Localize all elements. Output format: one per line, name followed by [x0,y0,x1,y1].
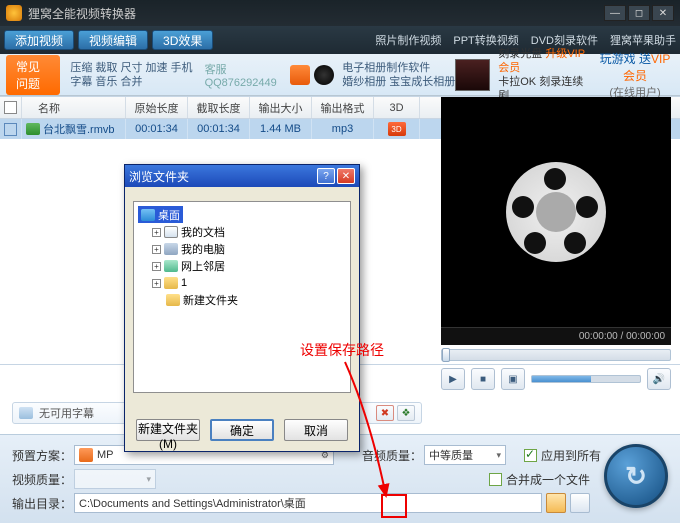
film-reel-icon [314,65,334,85]
dialog-help-button[interactable]: ? [317,168,335,184]
promo-bar: 常见问题 压缩 裁取 尺寸 加速 手机 字幕 音乐 合并 客服QQ8762924… [0,54,680,96]
movie-thumb-icon [455,59,490,91]
expand-icon[interactable]: + [152,228,161,237]
col-cut-length[interactable]: 截取长度 [188,97,250,118]
powerpoint-icon [290,65,310,85]
video-edit-button[interactable]: 视频编辑 [78,30,148,50]
tree-desktop[interactable]: 桌面 [138,206,183,223]
tree-new-folder[interactable]: 新建文件夹 [152,292,346,309]
playback-controls: ▶ ■ ▣ 🔊 [441,367,671,391]
3d-badge-icon[interactable]: 3D [388,122,406,136]
merge-checkbox[interactable] [489,473,502,486]
add-video-button[interactable]: 添加视频 [4,30,74,50]
folder-icon [166,294,180,306]
out-size: 1.44 MB [250,119,312,139]
title-bar: 狸窝全能视频转换器 — ◻ ✕ [0,0,680,26]
album-links[interactable]: 电子相册制作软件 婚纱相册 宝宝成长相册 [342,61,455,89]
maximize-button[interactable]: ◻ [628,5,650,21]
tree-docs[interactable]: +我的文档 [152,224,346,241]
video-q-label: 视频质量： [12,471,74,488]
start-convert-button[interactable]: ↻ [604,444,668,508]
promo-icons [290,65,334,85]
app-logo-icon [6,5,22,21]
seek-slider[interactable] [441,349,671,361]
desktop-icon [141,209,155,221]
cancel-button[interactable]: 取消 [284,419,348,441]
network-icon [164,260,178,272]
video-file-icon [26,123,40,135]
output-dir-input[interactable]: C:\Documents and Settings\Administrator\… [74,493,542,513]
link-apple-helper[interactable]: 狸窝苹果助手 [610,32,676,48]
audio-q-label: 音频质量： [362,447,424,464]
computer-icon [164,243,178,255]
file-name: 台北飘雪.rmvb [43,121,115,137]
tree-folder-1[interactable]: +1 [152,275,346,292]
link-photo-video[interactable]: 照片制作视频 [375,32,441,48]
play-button[interactable]: ▶ [441,368,465,390]
col-3d[interactable]: 3D [374,97,420,118]
col-name[interactable]: 名称 [22,97,126,118]
col-check[interactable] [0,97,22,118]
kefu-qq: 客服QQ876292449 [205,61,283,89]
stop-button[interactable]: ■ [471,368,495,390]
preset-label: 预置方案： [12,447,74,464]
row-checkbox[interactable] [4,123,17,136]
faq-tab[interactable]: 常见问题 [6,55,60,95]
mp3-icon [79,448,93,462]
merge-label: 合并成一个文件 [506,471,590,488]
col-out-format[interactable]: 输出格式 [312,97,374,118]
dialog-buttons: 新建文件夹(M) 确定 取消 [125,419,359,441]
volume-slider[interactable] [531,375,641,383]
expand-icon[interactable]: + [152,245,161,254]
expand-icon[interactable]: + [152,279,161,288]
3d-effect-button[interactable]: 3D效果 [152,30,213,50]
cut-length: 00:01:34 [188,119,250,139]
folder-icon [164,277,178,289]
folder-tree[interactable]: 桌面 +我的文档 +我的电脑 +网上邻居 +1 新建文件夹 [133,201,351,393]
audio-quality-select[interactable]: 中等质量▾ [424,445,506,465]
video-quality-select[interactable]: ▾ [74,469,156,489]
clear-list-button[interactable]: ❖ [397,405,415,421]
out-format: mp3 [312,119,374,139]
preview-screen [441,97,671,327]
vip-links[interactable]: 刻录光盘 升级VIP会员 卡拉OK 刻录连续剧 [498,47,588,103]
timecode: 00:00:00 / 00:00:00 [441,327,671,345]
subtitle-text: 无可用字幕 [39,405,94,421]
close-button[interactable]: ✕ [652,5,674,21]
film-reel-icon [506,162,606,262]
orig-length: 00:01:34 [126,119,188,139]
dialog-titlebar[interactable]: 浏览文件夹 ? ✕ [125,165,359,187]
convert-icon: ↻ [625,461,647,492]
subtitle-icon [19,407,33,419]
dialog-title: 浏览文件夹 [129,168,315,185]
output-dir-label: 输出目录： [12,495,74,512]
snapshot-button[interactable]: ▣ [501,368,525,390]
apply-all-label: 应用到所有 [541,447,601,464]
tree-pc[interactable]: +我的电脑 [152,241,346,258]
col-out-size[interactable]: 输出大小 [250,97,312,118]
app-title: 狸窝全能视频转换器 [28,5,602,22]
preview-panel: 00:00:00 / 00:00:00 ▶ ■ ▣ 🔊 [441,97,671,395]
browse-folder-dialog: 浏览文件夹 ? ✕ 桌面 +我的文档 +我的电脑 +网上邻居 +1 新建文件夹 … [124,164,360,452]
mute-button[interactable]: 🔊 [647,368,671,390]
dialog-close-button[interactable]: ✕ [337,168,355,184]
faq-links[interactable]: 压缩 裁取 尺寸 加速 手机 字幕 音乐 合并 [70,61,192,89]
minimize-button[interactable]: — [604,5,626,21]
expand-icon[interactable]: + [152,262,161,271]
apply-all-checkbox[interactable] [524,449,537,462]
browse-folder-button[interactable] [546,493,566,513]
game-vip-promo[interactable]: 玩游戏 送VIP会员 (在线用户) [596,50,674,100]
col-orig-length[interactable]: 原始长度 [126,97,188,118]
open-folder-button[interactable] [570,493,590,513]
new-folder-button[interactable]: 新建文件夹(M) [136,419,200,441]
tree-net[interactable]: +网上邻居 [152,258,346,275]
documents-icon [164,226,178,238]
remove-item-button[interactable]: ✖ [376,405,394,421]
ok-button[interactable]: 确定 [210,419,274,441]
